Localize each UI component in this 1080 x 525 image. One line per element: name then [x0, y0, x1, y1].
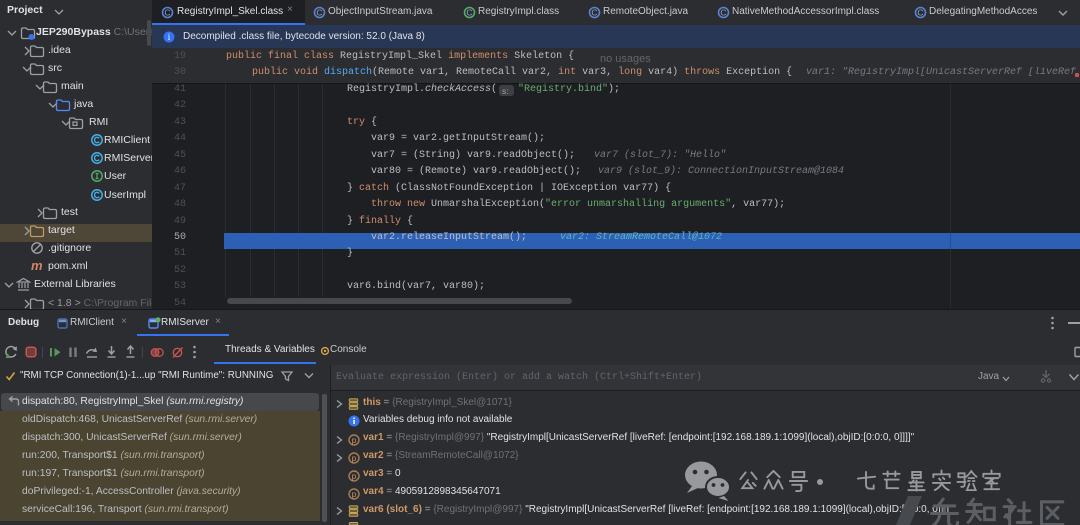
svg-text:p: p — [352, 472, 357, 481]
svg-text:p: p — [352, 490, 357, 499]
svg-text:C: C — [466, 8, 472, 18]
svg-text:p: p — [352, 436, 357, 445]
svg-text:C: C — [591, 8, 597, 18]
svg-text:C: C — [164, 8, 170, 18]
svg-text:C: C — [720, 8, 726, 18]
svg-text:p: p — [352, 454, 357, 463]
svg-text:C: C — [917, 8, 923, 18]
svg-text:C: C — [316, 8, 322, 18]
